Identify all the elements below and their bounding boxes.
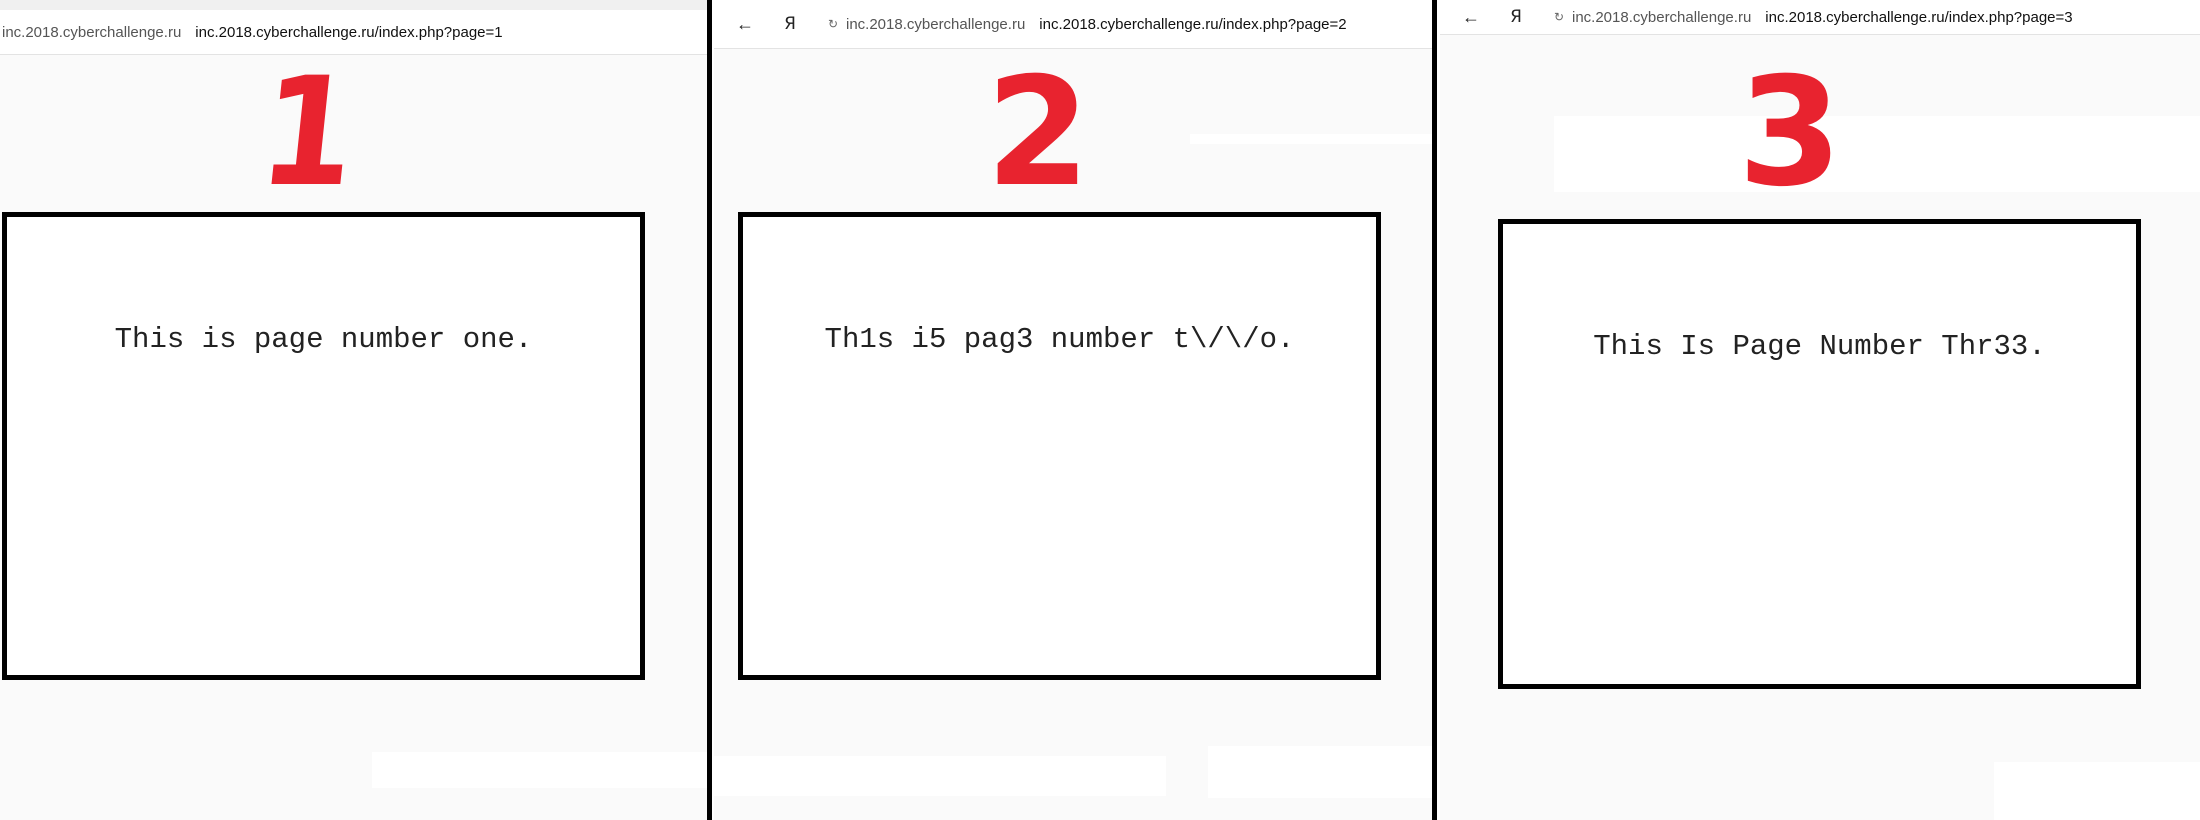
page-number-graphic: 2 — [985, 46, 1091, 220]
white-patch — [1208, 746, 1434, 798]
address-url[interactable]: inc.2018.cyberchallenge.ru/index.php?pag… — [195, 24, 502, 41]
address-bar[interactable]: ← Я ↻ inc.2018.cyberchallenge.ru inc.201… — [714, 0, 1434, 49]
white-patch — [372, 752, 708, 788]
white-patch — [1994, 762, 2200, 820]
page-text: This Is Page Number Thr33. — [1593, 330, 2046, 363]
browser-window-page-1: inc.2018.cyberchallenge.ru inc.2018.cybe… — [0, 0, 708, 820]
page-content-box: Th1s i5 pag3 number t\/\/o. — [738, 212, 1381, 680]
back-arrow-icon[interactable]: ← — [1450, 0, 1492, 34]
white-patch — [1554, 116, 2200, 192]
browser-window-page-2: ← Я ↻ inc.2018.cyberchallenge.ru inc.201… — [714, 0, 1434, 820]
page-content-box: This is page number one. — [2, 212, 645, 680]
address-url[interactable]: inc.2018.cyberchallenge.ru/index.php?pag… — [1765, 9, 2072, 26]
page-text: This is page number one. — [114, 323, 533, 356]
address-url[interactable]: inc.2018.cyberchallenge.ru/index.php?pag… — [1039, 16, 1346, 33]
address-host: inc.2018.cyberchallenge.ru — [2, 23, 182, 41]
browser-window-page-3: ← Я ↻ inc.2018.cyberchallenge.ru inc.201… — [1440, 0, 2200, 820]
panel-divider — [707, 0, 712, 820]
reload-icon[interactable]: ↻ — [1546, 0, 1572, 34]
page-number-graphic: 1 — [251, 46, 365, 220]
address-host: inc.2018.cyberchallenge.ru — [846, 15, 1026, 33]
page-number-graphic: 3 — [1737, 46, 1843, 220]
white-patch — [714, 756, 1166, 796]
page-content-box: This Is Page Number Thr33. — [1498, 219, 2141, 689]
reload-icon[interactable]: ↻ — [820, 0, 846, 48]
yandex-logo-icon[interactable]: Я — [766, 0, 814, 48]
address-host: inc.2018.cyberchallenge.ru — [1572, 8, 1752, 26]
page-text: Th1s i5 pag3 number t\/\/o. — [824, 323, 1295, 356]
panel-divider — [1432, 0, 1437, 820]
yandex-logo-icon[interactable]: Я — [1492, 0, 1540, 34]
back-arrow-icon[interactable]: ← — [724, 0, 766, 48]
white-patch — [1190, 134, 1434, 144]
address-bar[interactable]: ← Я ↻ inc.2018.cyberchallenge.ru inc.201… — [1440, 0, 2200, 35]
